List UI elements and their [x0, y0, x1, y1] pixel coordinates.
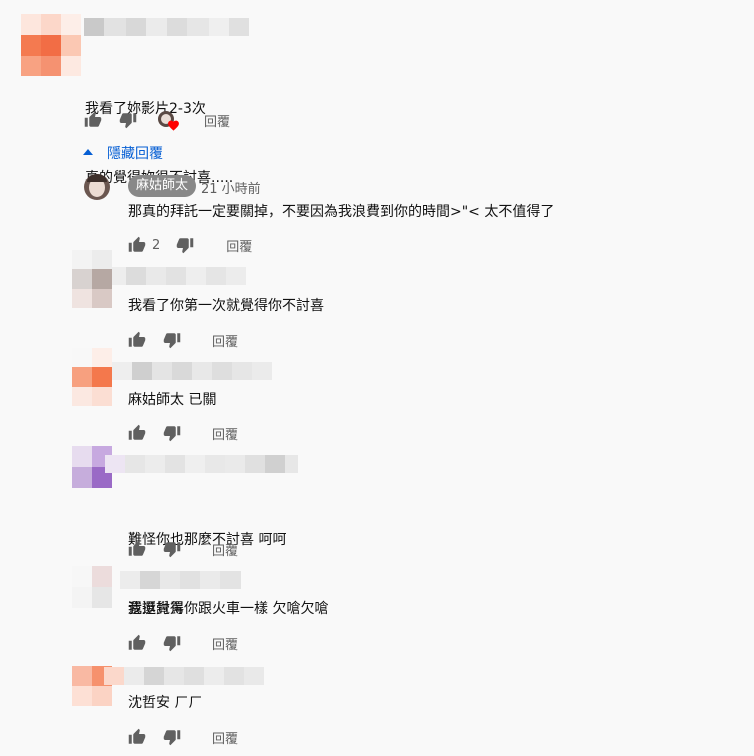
author-name-blurred[interactable]	[112, 362, 272, 380]
comment-actions: 2 回覆	[128, 235, 252, 255]
hide-replies-label: 隱藏回覆	[107, 146, 163, 162]
reply-button[interactable]: 回覆	[212, 634, 238, 653]
thumb-up-icon[interactable]	[128, 728, 146, 746]
thumb-down-icon[interactable]	[163, 540, 181, 558]
author-name-blurred[interactable]	[120, 571, 241, 589]
avatar[interactable]	[72, 348, 112, 406]
creator-avatar[interactable]	[84, 174, 110, 200]
comment-actions: 回覆	[84, 110, 230, 131]
thumb-down-icon[interactable]	[163, 634, 181, 652]
thumb-down-icon[interactable]	[163, 728, 181, 746]
reply-button[interactable]: 回覆	[204, 111, 230, 130]
comment-text: 沈哲安 ㄏㄏ	[128, 695, 203, 711]
reply-button[interactable]: 回覆	[212, 540, 238, 559]
comment-text: 我還覺得你跟火車一樣 欠嗆欠嗆	[128, 601, 329, 617]
avatar[interactable]	[72, 566, 112, 608]
author-name-blurred[interactable]	[105, 455, 298, 473]
avatar[interactable]	[21, 14, 81, 76]
creator-author-badge[interactable]: 麻姑師太	[128, 175, 197, 197]
reply-timestamp[interactable]: 21 小時前	[201, 178, 261, 197]
thumb-up-icon[interactable]	[128, 331, 146, 349]
comment-actions: 回覆	[128, 727, 238, 747]
author-name-blurred[interactable]	[112, 267, 246, 285]
comment-actions: 回覆	[128, 330, 238, 350]
reply-button[interactable]: 回覆	[226, 236, 252, 255]
comment-actions: 回覆	[128, 539, 238, 559]
thumb-down-icon[interactable]	[163, 331, 181, 349]
thumb-up-icon[interactable]	[128, 424, 146, 442]
caret-up-icon	[83, 149, 93, 155]
thumb-up-icon[interactable]	[128, 236, 146, 254]
thumb-up-icon[interactable]	[84, 111, 102, 129]
comment-text: 我看了你第一次就覺得你不討喜	[128, 298, 324, 314]
author-name-blurred[interactable]	[84, 18, 249, 36]
thumb-down-icon[interactable]	[176, 236, 194, 254]
comment-actions: 回覆	[128, 423, 238, 443]
like-count: 2	[152, 237, 161, 253]
avatar[interactable]	[72, 250, 112, 308]
reply-button[interactable]: 回覆	[212, 728, 238, 747]
thumb-down-icon[interactable]	[119, 111, 137, 129]
reply-button[interactable]: 回覆	[212, 331, 238, 350]
thumb-up-icon[interactable]	[128, 540, 146, 558]
comment-text: 麻姑師太 已關	[128, 392, 217, 408]
creator-heart-icon	[158, 111, 179, 131]
comment-actions: 回覆	[128, 633, 238, 653]
hide-replies-button[interactable]: 隱藏回覆	[83, 143, 163, 163]
thumb-up-icon[interactable]	[128, 634, 146, 652]
comment-text: 那真的拜託一定要關掉，不要因為我浪費到你的時間>"< 太不值得了	[128, 204, 555, 220]
reply-button[interactable]: 回覆	[212, 424, 238, 443]
author-name-blurred[interactable]	[104, 667, 264, 685]
thumb-down-icon[interactable]	[163, 424, 181, 442]
